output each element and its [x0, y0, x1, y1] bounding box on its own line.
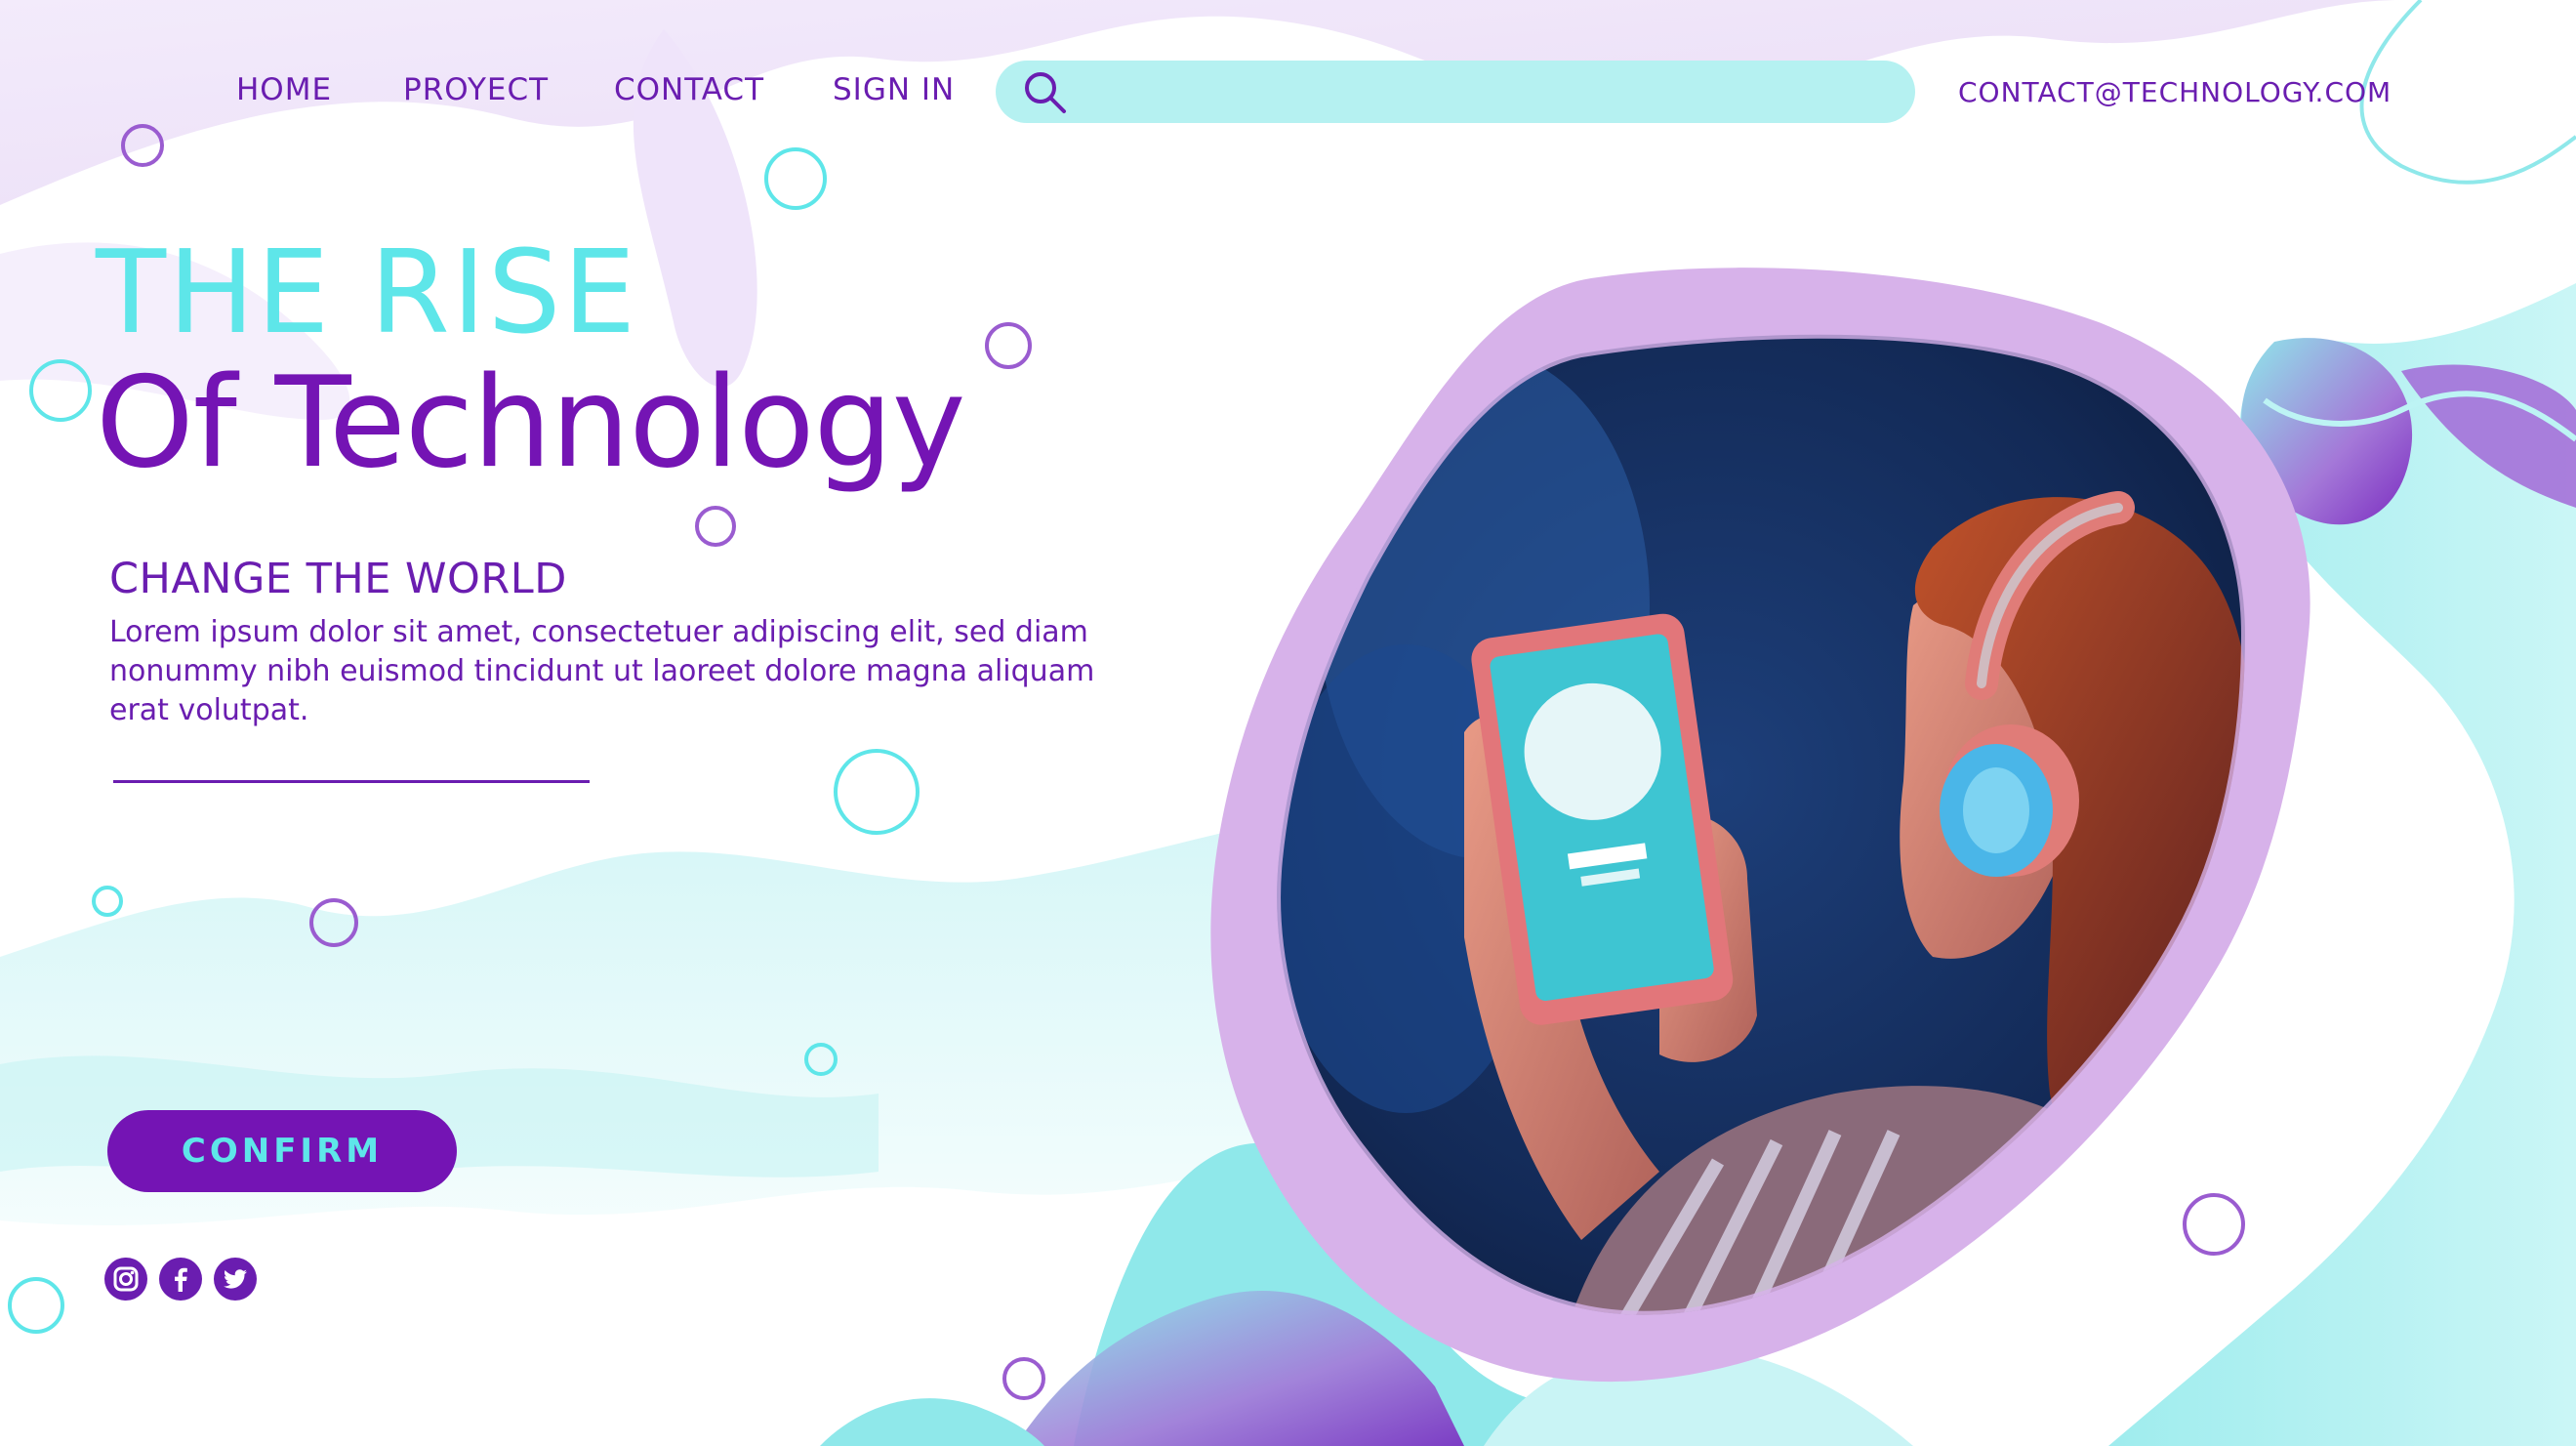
bubble: [764, 147, 827, 210]
contact-email[interactable]: CONTACT@TECHNOLOGY.COM: [1958, 76, 2392, 108]
bubble: [1002, 1357, 1045, 1400]
bubble: [92, 886, 123, 917]
bubble: [985, 322, 1032, 369]
right-thin-line: [2359, 0, 2576, 185]
search-icon[interactable]: [1021, 68, 1068, 115]
search-input[interactable]: [1084, 70, 1898, 115]
confirm-button[interactable]: CONFIRM: [107, 1110, 457, 1192]
hero-body-text: Lorem ipsum dolor sit amet, consectetuer…: [109, 615, 1095, 727]
bubble: [834, 749, 920, 835]
hero-subtitle: CHANGE THE WORLD: [109, 555, 567, 603]
hero-title-line1: THE RISE: [96, 225, 638, 359]
twitter-icon[interactable]: [214, 1258, 257, 1301]
nav-contact-link[interactable]: CONTACT: [614, 72, 764, 107]
nav-home-link[interactable]: HOME: [236, 72, 332, 107]
nav-signin-link[interactable]: SIGN IN: [833, 72, 955, 107]
hero-title-line2: Of Technology: [96, 351, 965, 496]
search-bar[interactable]: [996, 61, 1915, 123]
bubble: [2183, 1193, 2245, 1256]
nav-proyect-link[interactable]: PROYECT: [403, 72, 549, 107]
bubble: [695, 506, 736, 547]
hero-divider: [113, 780, 590, 783]
instagram-icon[interactable]: [104, 1258, 147, 1301]
bottom-light-ribbon: [1484, 1347, 1913, 1446]
facebook-icon[interactable]: [159, 1258, 202, 1301]
bottom-left-teal: [820, 1398, 1044, 1446]
bubble: [8, 1277, 64, 1334]
